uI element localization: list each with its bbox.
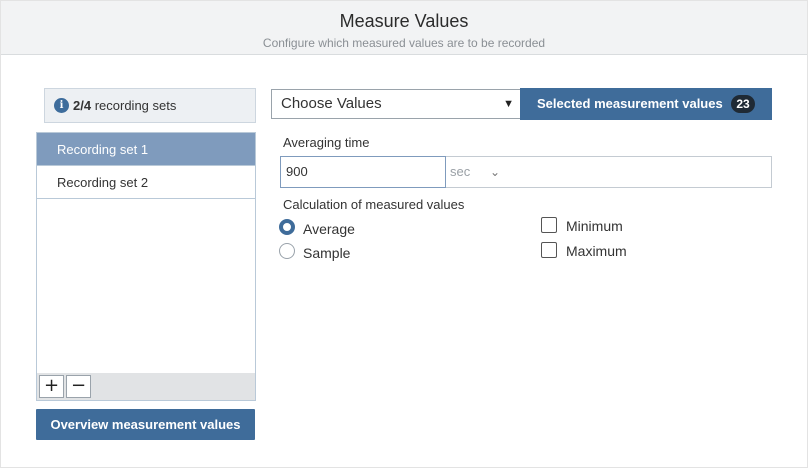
time-unit-value: sec [450, 164, 471, 179]
dropdown-caret-icon: ▼ [503, 98, 514, 110]
recording-set-list: Recording set 1 Recording set 2 + − [36, 132, 256, 401]
choose-values-select[interactable]: Choose Values ▼ [271, 89, 521, 119]
time-unit-select[interactable]: sec ⌄ [446, 156, 772, 188]
recording-set-counter: i 2/4 recording sets [44, 88, 256, 123]
average-radio-label: Average [303, 221, 355, 237]
add-recording-set-button[interactable]: + [39, 375, 64, 398]
remove-recording-set-button[interactable]: − [66, 375, 91, 398]
info-icon: i [54, 98, 69, 113]
sample-radio-label: Sample [303, 245, 351, 261]
maximum-checkbox[interactable] [541, 242, 557, 258]
averaging-time-label: Averaging time [283, 135, 370, 150]
selected-count-badge: 23 [731, 95, 755, 113]
dialog-header: Measure Values Configure which measured … [1, 1, 807, 55]
recording-set-count-text: 2/4 recording sets [73, 98, 176, 113]
selected-measurement-values-label: Selected measurement values [537, 96, 723, 111]
chevron-down-icon: ⌄ [490, 165, 501, 179]
page-subtitle: Configure which measured values are to b… [262, 36, 546, 50]
sample-radio[interactable] [279, 243, 295, 259]
dialog-window: Measure Values Configure which measured … [0, 0, 808, 468]
recording-set-item[interactable]: Recording set 1 [37, 133, 255, 166]
recording-set-list-footer: + − [37, 373, 255, 400]
choose-values-value: Choose Values [281, 95, 382, 112]
selected-measurement-values-button[interactable]: Selected measurement values 23 [520, 88, 772, 120]
maximum-checkbox-label: Maximum [566, 243, 627, 259]
recording-set-item[interactable]: Recording set 2 [37, 166, 255, 199]
averaging-time-input[interactable]: 900 [280, 156, 446, 188]
recording-set-count-total: 4 [83, 98, 92, 113]
page-title: Measure Values [339, 11, 469, 31]
recording-set-count-suffix: recording sets [91, 98, 177, 113]
overview-measurement-values-button[interactable]: Overview measurement values [36, 409, 255, 440]
calculation-label: Calculation of measured values [283, 197, 465, 212]
minimum-checkbox-label: Minimum [566, 218, 623, 234]
average-radio[interactable] [279, 219, 295, 235]
minimum-checkbox[interactable] [541, 217, 557, 233]
